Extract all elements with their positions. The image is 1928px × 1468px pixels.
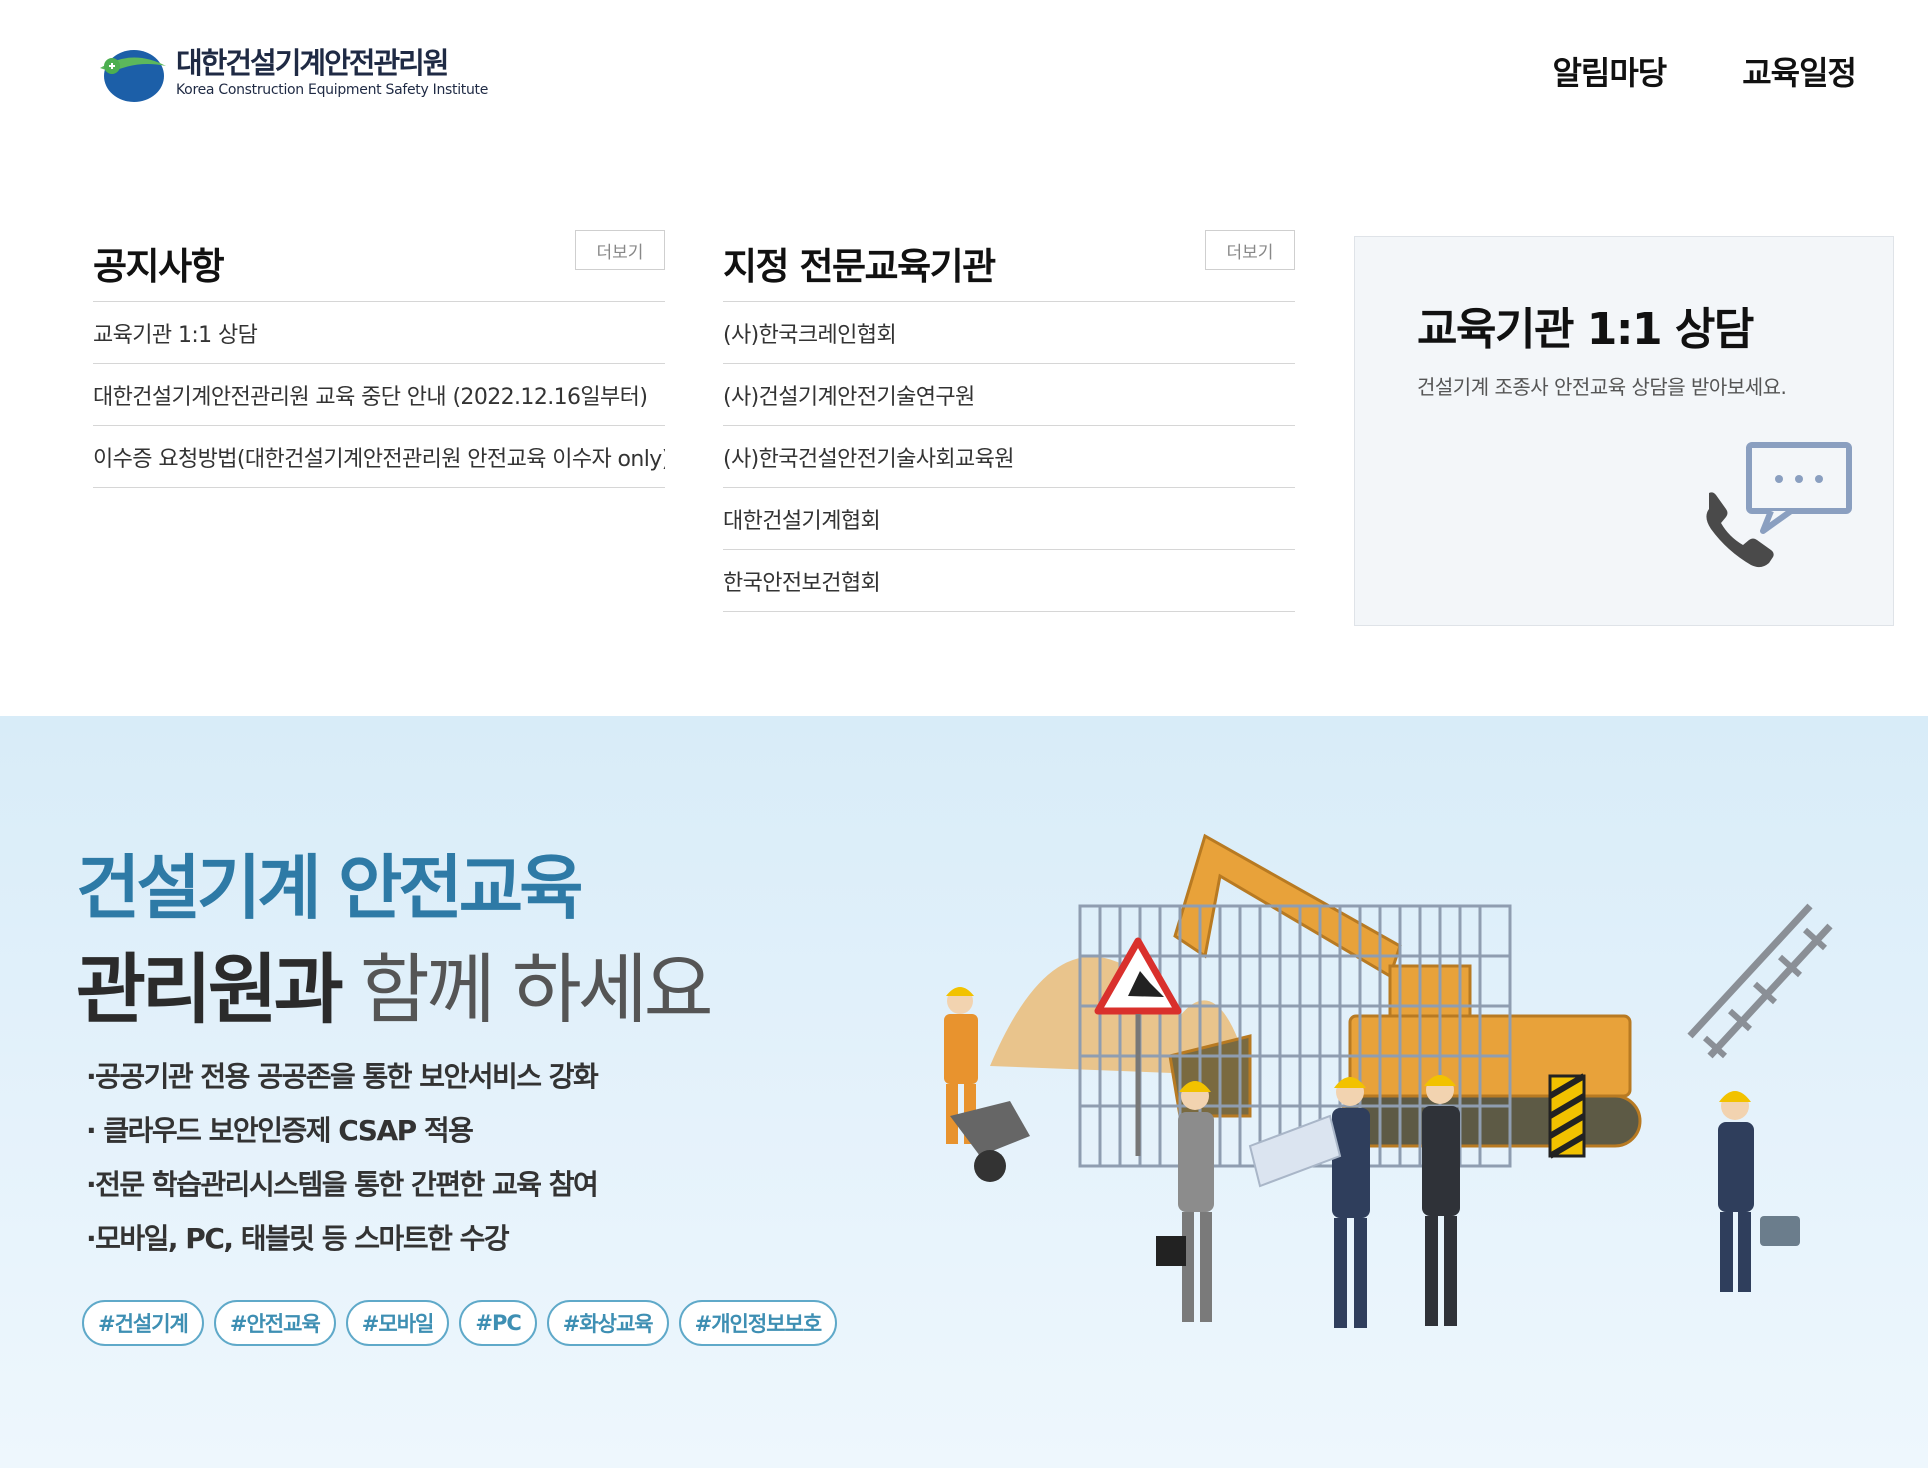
logo-korean-name: 대한건설기계안전관리원	[176, 46, 449, 80]
notice-item-title[interactable]: 이수증 요청방법(대한건설기계안전관리원 안전교육 이수자 only)	[93, 441, 665, 473]
engineer-with-plans	[1248, 1077, 1370, 1328]
hashtag[interactable]: #모바일	[345, 1300, 450, 1346]
notice-list: 교육기관 1:1 상담 대한건설기계안전관리원 교육 중단 안내 (2022.1…	[93, 302, 665, 488]
hero-subheadline-light: 함께 하세요	[339, 945, 714, 1034]
main-nav: 알림마당 교육일정	[1552, 48, 1857, 94]
institutions-more-button[interactable]: 더보기	[1205, 230, 1295, 270]
nav-notice-board[interactable]: 알림마당	[1552, 48, 1667, 94]
hashtag[interactable]: #건설기계	[82, 1300, 204, 1346]
notice-item-title[interactable]: 교육기관 1:1 상담	[93, 317, 665, 349]
barrier-post	[1548, 1073, 1586, 1159]
worker-with-ladder	[1687, 903, 1833, 1292]
hashtag-list: #건설기계 #안전교육 #모바일 #PC #화상교육 #개인정보보호	[82, 1300, 838, 1346]
logo-emblem-icon	[100, 50, 166, 102]
hero-headline: 건설기계 안전교육	[76, 847, 584, 929]
institutions-title: 지정 전문교육기관	[723, 245, 996, 288]
notice-item-title[interactable]: 대한건설기계안전관리원 교육 중단 안내 (2022.12.16일부터)	[93, 379, 665, 411]
institution-name[interactable]: (사)한국크레인협회	[723, 317, 1295, 349]
list-item[interactable]: (사)한국크레인협회	[723, 302, 1295, 364]
hashtag[interactable]: #화상교육	[546, 1300, 669, 1346]
list-item[interactable]: 이수증 요청방법(대한건설기계안전관리원 안전교육 이수자 only)	[93, 426, 665, 488]
notice-more-button[interactable]: 더보기	[575, 230, 665, 270]
phone-chat-icon	[1706, 442, 1852, 568]
institution-name[interactable]: 대한건설기계협회	[723, 503, 1295, 535]
hero-subheadline-strong: 관리원과	[76, 945, 344, 1034]
institutions-header: 지정 전문교육기관 더보기	[723, 228, 1295, 302]
notice-board: 공지사항 더보기 교육기관 1:1 상담 대한건설기계안전관리원 교육 중단 안…	[93, 228, 665, 488]
feature-item: ·공공기관 전용 공공존을 통한 보안서비스 강화	[86, 1060, 599, 1093]
institution-name[interactable]: 한국안전보건협회	[723, 565, 1295, 597]
hashtag[interactable]: #안전교육	[213, 1300, 336, 1346]
counsel-description: 건설기계 조종사 안전교육 상담을 받아보세요.	[1417, 375, 1787, 399]
institutions-board: 지정 전문교육기관 더보기 (사)한국크레인협회 (사)건설기계안전기술연구원 …	[723, 228, 1295, 612]
feature-item: ·모바일, PC, 태블릿 등 스마트한 수강	[86, 1222, 510, 1255]
hashtag[interactable]: #개인정보보호	[678, 1300, 838, 1346]
feature-item: ·전문 학습관리시스템을 통한 간편한 교육 참여	[86, 1168, 599, 1201]
engineer-with-briefcase	[1156, 1081, 1214, 1322]
list-item[interactable]: 교육기관 1:1 상담	[93, 302, 665, 364]
counsel-title: 교육기관 1:1 상담	[1417, 304, 1754, 355]
site-logo[interactable]: 대한건설기계안전관리원 Korea Construction Equipment…	[92, 42, 488, 104]
list-item[interactable]: 대한건설기계안전관리원 교육 중단 안내 (2022.12.16일부터)	[93, 364, 665, 426]
institution-name[interactable]: (사)건설기계안전기술연구원	[723, 379, 1295, 411]
hero-subheadline: 관리원과 함께 하세요	[76, 928, 714, 1038]
institution-name[interactable]: (사)한국건설안전기술사회교육원	[723, 441, 1295, 473]
institutions-list: (사)한국크레인협회 (사)건설기계안전기술연구원 (사)한국건설안전기술사회교…	[723, 302, 1295, 612]
notice-title: 공지사항	[93, 245, 225, 288]
engineer-in-suit	[1422, 1075, 1460, 1326]
counsel-card[interactable]: 교육기관 1:1 상담 건설기계 조종사 안전교육 상담을 받아보세요.	[1354, 236, 1894, 626]
list-item[interactable]: 대한건설기계협회	[723, 488, 1295, 550]
feature-item: · 클라우드 보안인증제 CSAP 적용	[86, 1114, 474, 1147]
list-item[interactable]: 한국안전보건협회	[723, 550, 1295, 612]
site-header: 대한건설기계안전관리원 Korea Construction Equipment…	[0, 0, 1928, 150]
hero-banner: 건설기계 안전교육 관리원과 함께 하세요 ·공공기관 전용 공공존을 통한 보…	[0, 716, 1928, 1468]
construction-site-illustration	[944, 833, 1833, 1328]
hero-feature-list: ·공공기관 전용 공공존을 통한 보안서비스 강화 · 클라우드 보안인증제 C…	[86, 1050, 599, 1266]
nav-education-schedule[interactable]: 교육일정	[1742, 48, 1857, 94]
hashtag[interactable]: #PC	[459, 1300, 537, 1346]
list-item[interactable]: (사)건설기계안전기술연구원	[723, 364, 1295, 426]
notice-header: 공지사항 더보기	[93, 228, 665, 302]
list-item[interactable]: (사)한국건설안전기술사회교육원	[723, 426, 1295, 488]
logo-english-name: Korea Construction Equipment Safety Inst…	[176, 82, 489, 98]
